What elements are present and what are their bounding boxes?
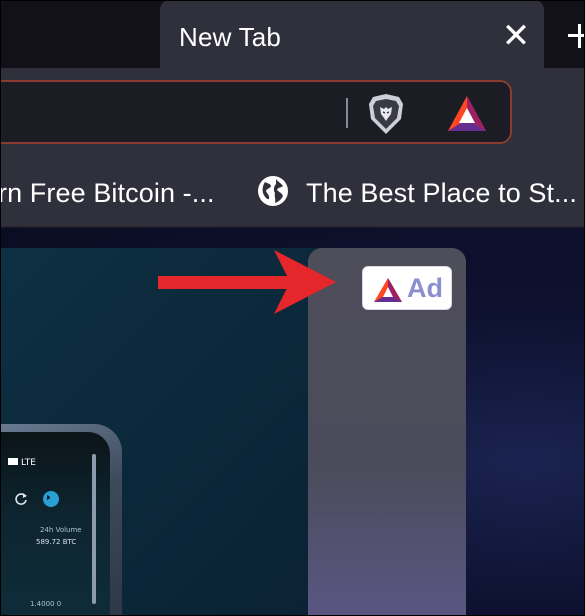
bat-triangle-icon [374,278,402,302]
refresh-icon [15,493,27,505]
address-bar-divider [346,98,348,128]
phone-bottom-value: 1.4000 0 [30,600,62,608]
brave-shield-icon[interactable] [366,92,406,136]
tab-strip: New Tab ✕ [0,0,585,72]
bat-rewards-icon[interactable] [446,94,488,134]
tab-new-tab[interactable]: New Tab ✕ [160,0,544,72]
phone-status-bar: LTE [8,458,36,468]
bookmark-item[interactable]: rn Free Bitcoin -... [0,173,215,213]
browser-window: New Tab ✕ rn Free Bitcoin -... The Best … [0,0,585,616]
bookmark-item[interactable]: The Best Place to St... [256,173,577,213]
tab-close-button[interactable]: ✕ [500,19,532,53]
globe-icon [258,176,288,206]
globe-icon [43,491,59,507]
phone-volume-label: 24h Volume [40,526,82,534]
ad-label: Ad [407,273,443,303]
tab-title: New Tab [179,22,282,52]
address-bar[interactable] [0,80,512,144]
bookmark-label: The Best Place to St... [306,178,577,208]
bookmarks-bar: rn Free Bitcoin -... The Best Place to S… [0,163,585,227]
bookmark-label: rn Free Bitcoin -... [0,178,215,208]
phone-volume-value: 589.72 BTC [36,538,77,546]
phone-edge [92,454,96,604]
new-tab-button[interactable] [568,24,585,48]
phone-illustration: LTE 24h Volume 589.72 BTC 1.4000 0 [0,424,122,616]
toolbar [0,68,585,163]
red-arrow-annotation [158,250,336,314]
ad-badge[interactable]: Ad [362,266,452,310]
